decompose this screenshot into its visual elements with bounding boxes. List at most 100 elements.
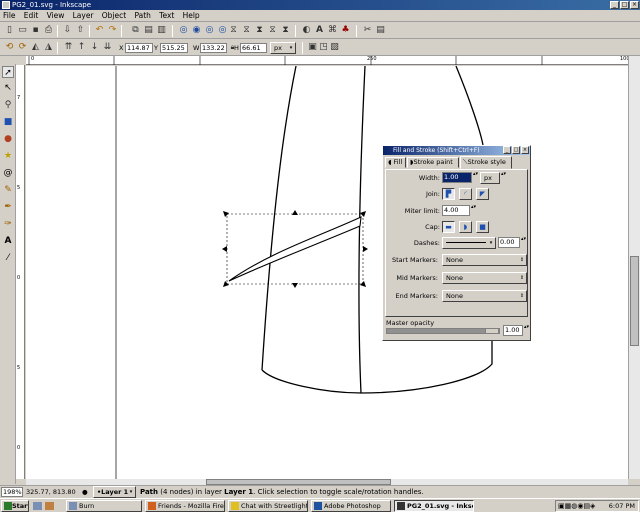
scale-stroke-icon[interactable]: ▣ <box>307 42 318 53</box>
maximize-button[interactable]: □ <box>620 1 629 9</box>
lock-layer-icon[interactable]: ● <box>82 486 88 498</box>
minimize-button[interactable]: _ <box>610 1 619 9</box>
node-edit-icon[interactable]: ↖ <box>2 82 14 94</box>
y-field[interactable]: 515.25 <box>160 43 188 53</box>
inkscape-app-icon[interactable] <box>2 1 10 9</box>
pen-icon[interactable]: ✒ <box>2 201 14 213</box>
vertical-ruler[interactable]: 7 5 0 5 0 <box>16 65 25 479</box>
width-unit-select[interactable]: px <box>480 172 500 184</box>
zoom-icon[interactable]: ⚲ <box>2 99 14 111</box>
current-layer-select[interactable]: •Layer 1 ▾ <box>93 486 136 498</box>
start-markers-select[interactable]: None ⇕ <box>442 254 527 266</box>
master-opacity-thumb[interactable] <box>485 328 499 334</box>
dash-offset-spin-icon[interactable]: ▴▾ <box>521 237 526 248</box>
scale-corners-icon[interactable]: ◳ <box>318 42 329 53</box>
new-icon[interactable]: ▯ <box>4 25 15 36</box>
menu-view[interactable]: View <box>44 10 68 22</box>
menu-layer[interactable]: Layer <box>70 10 97 22</box>
start-button[interactable]: Start <box>1 500 29 512</box>
menu-help[interactable]: Help <box>180 10 203 22</box>
width-spin-icon[interactable]: ▴▾ <box>473 172 478 183</box>
lower-bottom-icon[interactable]: ⇊ <box>102 42 113 53</box>
task-chat[interactable]: Chat with StreetlightBat... <box>228 500 308 512</box>
select-arrow-icon[interactable]: ➚ <box>2 66 14 78</box>
unit-select[interactable]: px ▾ <box>270 42 296 54</box>
tab-fill[interactable]: ◖ Fill <box>385 157 406 168</box>
tab-stroke-style[interactable]: ⟍Stroke style <box>460 156 512 169</box>
w-field[interactable]: 133.22 <box>200 43 227 53</box>
spiral-icon[interactable]: @ <box>2 167 14 179</box>
xml-editor-icon[interactable]: ⌘ <box>327 25 338 36</box>
cap-butt-button[interactable]: ▬ <box>442 221 455 233</box>
dialog-minimize-button[interactable]: _ <box>503 146 511 154</box>
menu-edit[interactable]: Edit <box>21 10 42 22</box>
copy-icon[interactable]: ⧉ <box>130 25 141 36</box>
dialog-maximize-button[interactable]: □ <box>512 146 520 154</box>
raise-icon[interactable]: ↑ <box>76 42 87 53</box>
horizontal-ruler[interactable]: 0 250 100 <box>26 56 630 65</box>
open-icon[interactable]: ▭ <box>17 25 28 36</box>
flip-horizontal-icon[interactable]: ◭ <box>30 42 41 53</box>
end-markers-select[interactable]: None ⇕ <box>442 290 527 302</box>
paste-icon[interactable]: ▥ <box>156 25 167 36</box>
pencil-icon[interactable]: ✎ <box>2 184 14 196</box>
ellipse-icon[interactable]: ● <box>2 133 14 145</box>
zoom-page-icon[interactable]: ◎ <box>204 25 215 36</box>
raise-top-icon[interactable]: ⇈ <box>63 42 74 53</box>
join-bevel-button[interactable]: ◤ <box>476 188 489 200</box>
ungroup-icon[interactable]: ⧗ <box>280 25 291 36</box>
miter-spin-icon[interactable]: ▴▾ <box>471 205 476 216</box>
task-photoshop[interactable]: Adobe Photoshop <box>311 500 391 512</box>
menu-file[interactable]: File <box>0 10 19 22</box>
group-icon[interactable]: ⧖ <box>267 25 278 36</box>
task-inkscape[interactable]: PG2_01.svg - Inkscape <box>394 500 474 512</box>
close-button[interactable]: × <box>630 1 639 9</box>
master-opacity-field[interactable]: 1.00 <box>503 325 523 336</box>
menu-text[interactable]: Text <box>156 10 177 22</box>
master-opacity-slider[interactable] <box>386 328 500 334</box>
zoom-width-icon[interactable]: ◎ <box>217 25 228 36</box>
window-titlebar[interactable]: PG2_01.svg - Inkscape <box>0 0 640 10</box>
vertical-scrollbar[interactable] <box>628 56 640 479</box>
miter-limit-field[interactable]: 4.00 <box>442 205 470 216</box>
task-burn[interactable]: Burn <box>66 500 142 512</box>
width-unit-spin-icon[interactable]: ▴▾ <box>501 172 509 184</box>
quicklaunch-icon[interactable] <box>45 502 54 510</box>
join-miter-button[interactable]: ▛ <box>442 188 455 200</box>
show-desktop-icon[interactable] <box>33 502 42 510</box>
dialog-close-button[interactable]: × <box>521 146 529 154</box>
preferences-icon[interactable]: ✂ <box>362 25 373 36</box>
print-icon[interactable]: ⎙ <box>43 25 54 36</box>
export-icon[interactable]: ⇧ <box>75 25 86 36</box>
rotate-cw-icon[interactable]: ⟳ <box>17 42 28 53</box>
fill-stroke-icon[interactable]: ◐ <box>301 25 312 36</box>
align-icon[interactable]: ♣ <box>340 25 351 36</box>
zoom-selection-icon[interactable]: ◎ <box>178 25 189 36</box>
dropper-icon[interactable]: ⁄ <box>2 252 14 264</box>
cut-icon[interactable]: ▤ <box>143 25 154 36</box>
vertical-scroll-thumb[interactable] <box>630 256 639 346</box>
task-firefox[interactable]: Friends - Mozilla Firefox <box>145 500 225 512</box>
zoom-field[interactable]: 198% <box>1 487 23 497</box>
zoom-drawing-icon[interactable]: ◉ <box>191 25 202 36</box>
clone-icon[interactable]: ⧖ <box>241 25 252 36</box>
rotate-ccw-icon[interactable]: ⟲ <box>4 42 15 53</box>
selected-path[interactable] <box>228 216 362 282</box>
menu-path[interactable]: Path <box>131 10 153 22</box>
undo-icon[interactable]: ↶ <box>94 25 105 36</box>
text-tool-icon[interactable]: A <box>2 235 14 247</box>
lower-icon[interactable]: ↓ <box>89 42 100 53</box>
mid-markers-select[interactable]: None ⇕ <box>442 272 527 284</box>
document-properties-icon[interactable]: ▤ <box>375 25 386 36</box>
flip-vertical-icon[interactable]: ◮ <box>43 42 54 53</box>
drawing-canvas[interactable] <box>26 66 628 479</box>
unlink-clone-icon[interactable]: ⧗ <box>254 25 265 36</box>
tab-stroke-paint[interactable]: ◗Stroke paint <box>407 157 459 168</box>
duplicate-icon[interactable]: ⧖ <box>228 25 239 36</box>
star-icon[interactable]: ★ <box>2 150 14 162</box>
redo-icon[interactable]: ↷ <box>107 25 118 36</box>
tray-icons[interactable]: ▣▦◍◉▤◈ <box>558 502 595 510</box>
cap-round-button[interactable]: ◗ <box>459 221 472 233</box>
width-field[interactable]: 1.00 <box>442 172 472 183</box>
import-icon[interactable]: ⇩ <box>62 25 73 36</box>
